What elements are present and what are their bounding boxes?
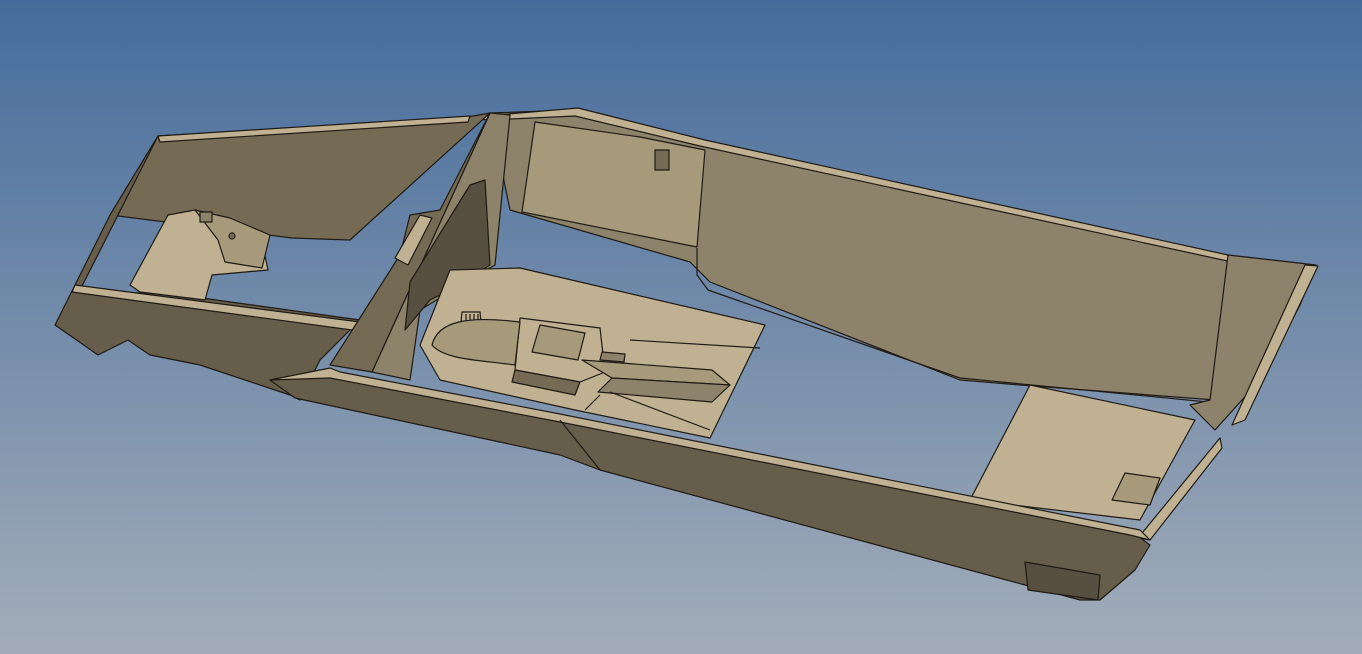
cad-viewport[interactable]: [0, 0, 1362, 654]
left-block-notch: [199, 211, 213, 223]
cad-3d-model-render[interactable]: [0, 0, 1362, 654]
left-block-hole: [228, 232, 236, 240]
door-latch: [654, 149, 670, 171]
floor-knob: [599, 351, 626, 363]
